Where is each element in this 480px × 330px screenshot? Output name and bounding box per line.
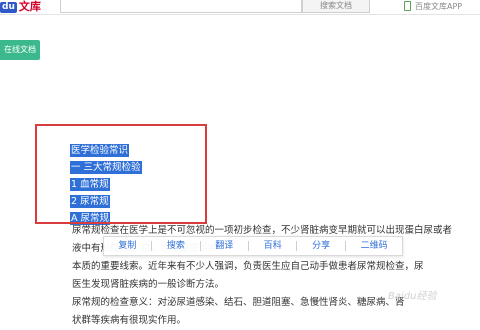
app-download-link[interactable]: 百度文库APP	[404, 0, 462, 12]
app-link-label: 百度文库APP	[415, 1, 463, 11]
baidu-jingyan-watermark: Baidu经验	[388, 291, 437, 302]
online-doc-button[interactable]: 在线文档	[0, 40, 40, 60]
toolbar-divider	[344, 241, 346, 251]
toolbar-divider	[199, 241, 201, 251]
toolbar-divider	[151, 241, 153, 251]
search-selection-button[interactable]: 搜索	[161, 236, 191, 256]
paragraph-line: 本质的重要线索。近年来有不少人强调，负责医生应自己动手做患者尿常规检查，尿	[72, 261, 424, 272]
copy-button[interactable]: 复制	[112, 236, 142, 256]
phone-icon	[404, 1, 411, 11]
paragraph-line: 状群等疾病有很现实作用。	[72, 315, 187, 326]
red-highlight-box	[35, 124, 207, 224]
top-bar: du 文库 搜索文档 百度文库APP	[0, 0, 480, 15]
encyclopedia-button[interactable]: 百科	[258, 236, 288, 256]
share-button[interactable]: 分享	[306, 236, 336, 256]
translate-button[interactable]: 翻译	[209, 236, 239, 256]
logo-wenku: 文库	[18, 0, 41, 13]
logo-du: du	[0, 1, 17, 13]
baidu-wenku-logo[interactable]: du 文库	[0, 0, 48, 14]
search-input[interactable]	[60, 0, 302, 13]
selection-context-toolbar: 复制 搜索 翻译 百科 分享 二维码	[103, 236, 403, 256]
toolbar-divider	[296, 241, 298, 251]
toolbar-divider	[248, 241, 249, 251]
search-button[interactable]: 搜索文档	[302, 0, 370, 13]
qrcode-button[interactable]: 二维码	[355, 236, 394, 256]
